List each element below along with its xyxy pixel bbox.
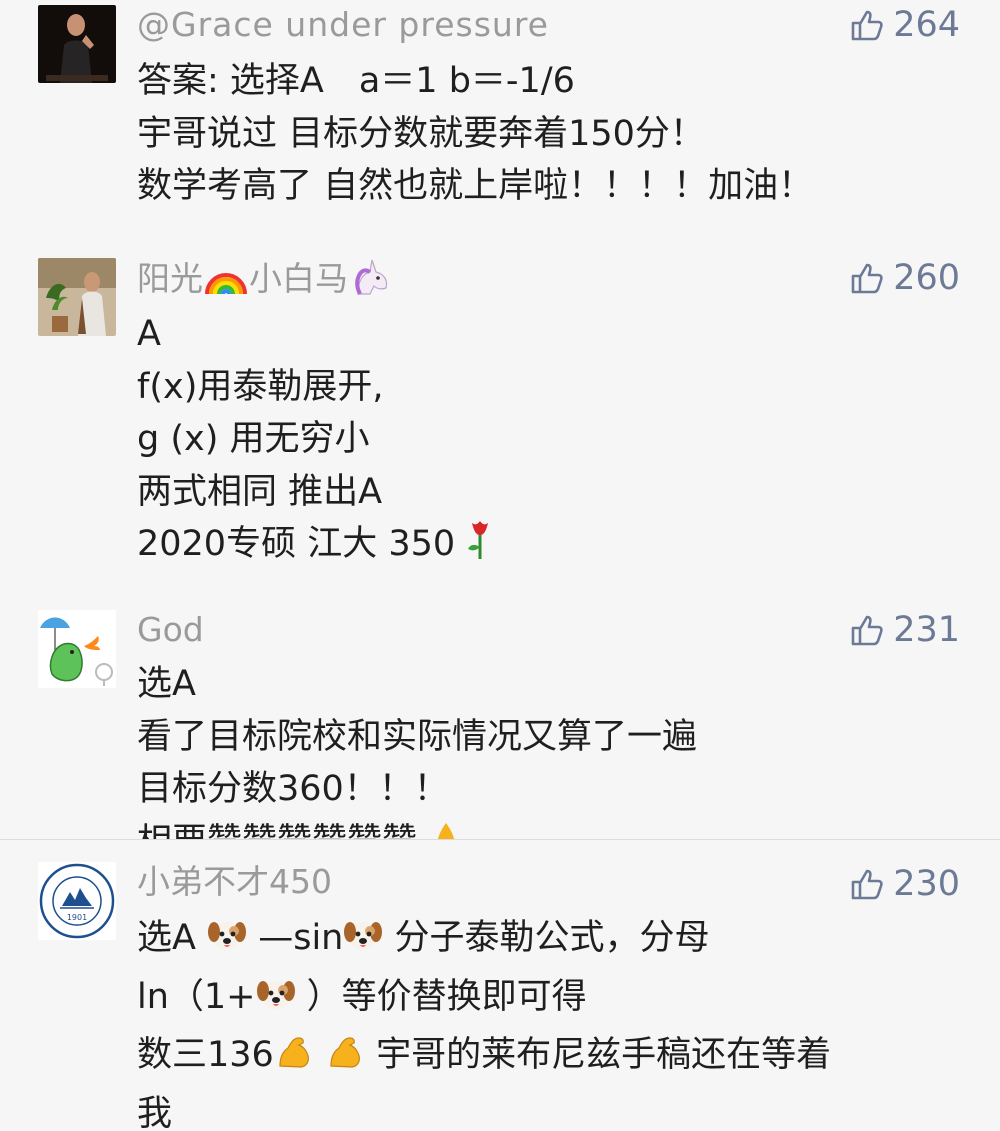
- avatar[interactable]: [38, 610, 116, 688]
- comment-item: 阳光 小白马 260 A f(x)用泰勒展开, g (x) 用无穷小 两式相同 …: [0, 240, 1000, 590]
- comment-line: 2020专硕 江大 350: [137, 518, 960, 577]
- comment-line: 相要赞赞赞赞赞赞: [137, 816, 960, 840]
- author-name-part: 阳光: [137, 259, 203, 298]
- like-count: 264: [893, 5, 960, 45]
- avatar[interactable]: [38, 258, 116, 336]
- comment-line-text: 宇哥的莱布尼兹手稿还在等着: [364, 1035, 832, 1075]
- flexed-biceps-emoji: [274, 1032, 314, 1088]
- comment-line: 宇哥说过 目标分数就要奔着150分！: [137, 113, 705, 154]
- like-count: 230: [893, 864, 960, 904]
- comment-line-text: —sin: [247, 918, 344, 958]
- flexed-biceps-emoji: [325, 1032, 365, 1088]
- comment-line: 数三136 宇哥的莱布尼兹手稿还在等着: [137, 1029, 960, 1088]
- comment-line: 目标分数360！！！: [137, 769, 449, 809]
- avatar[interactable]: [38, 5, 116, 83]
- dog-face-emoji: [343, 915, 383, 971]
- comment-line: 选A: [137, 664, 196, 704]
- comment-author[interactable]: God: [137, 610, 204, 650]
- rose-emoji: [466, 519, 494, 577]
- comment-line: 两式相同 推出A: [137, 471, 383, 512]
- comment-line: 我: [137, 1093, 173, 1131]
- comment-line: ln（1+ ）等价替换即可得: [137, 971, 960, 1030]
- comment-item: 1901 小弟不才450 230 选A —sin 分子泰勒公式，分母 ln（1+…: [0, 840, 1000, 1131]
- avatar[interactable]: 1901: [38, 862, 116, 940]
- comment-item: God 231 选A 看了目标院校和实际情况又算了一遍 目标分数360！！！ 相…: [0, 590, 1000, 839]
- comment-text: 选A 看了目标院校和实际情况又算了一遍 目标分数360！！！ 相要赞赞赞赞赞赞: [137, 658, 960, 839]
- unicorn-emoji: [348, 258, 392, 305]
- like-button[interactable]: 264: [849, 5, 960, 45]
- comment-text: 答案: 选择A a＝1 b＝-1/6 宇哥说过 目标分数就要奔着150分！ 数学…: [137, 55, 960, 213]
- like-button[interactable]: 260: [849, 258, 960, 298]
- thumbs-up-icon: [849, 866, 885, 902]
- comment-line-text: 2020专硕 江大 350: [137, 524, 456, 564]
- like-button[interactable]: 231: [849, 610, 960, 650]
- comment-line-text: 选A: [137, 918, 208, 958]
- thumbs-up-icon: [849, 7, 885, 43]
- comment-line: g (x) 用无穷小: [137, 419, 370, 459]
- rainbow-emoji: [203, 260, 249, 305]
- comment-line: 数学考高了 自然也就上岸啦！！！！加油！: [137, 166, 814, 206]
- comment-item: @Grace under pressure 264 答案: 选择A a＝1 b＝…: [0, 0, 1000, 240]
- like-count: 231: [893, 610, 960, 650]
- comment-line-text: 数三136: [137, 1035, 274, 1075]
- comment-line: 看了目标院校和实际情况又算了一遍: [137, 716, 698, 757]
- comment-line-text: ln（1+: [137, 976, 256, 1017]
- comment-author[interactable]: 阳光 小白马: [137, 258, 392, 305]
- thumbs-up-icon: [849, 260, 885, 296]
- comment-text: 选A —sin 分子泰勒公式，分母 ln（1+ ）等价替换即可得 数三136 宇…: [137, 912, 960, 1131]
- thumbs-up-icon: [849, 612, 885, 648]
- dog-face-emoji: [256, 974, 296, 1030]
- comment-author[interactable]: 小弟不才450: [137, 862, 332, 902]
- comment-line-text: 相要赞赞赞赞赞赞: [137, 822, 417, 840]
- comment-line: A: [137, 314, 161, 354]
- avatar-year: 1901: [67, 913, 87, 922]
- comment-line: 答案: 选择A a＝1 b＝-1/6: [137, 61, 575, 101]
- comment-author[interactable]: @Grace under pressure: [137, 5, 549, 45]
- dog-face-emoji: [207, 915, 247, 971]
- comment-line: f(x)用泰勒展开,: [137, 366, 384, 407]
- comment-text: A f(x)用泰勒展开, g (x) 用无穷小 两式相同 推出A 2020专硕 …: [137, 308, 960, 577]
- like-button[interactable]: 230: [849, 864, 960, 904]
- comment-line: 选A —sin 分子泰勒公式，分母: [137, 912, 960, 971]
- comment-line-text: 分子泰勒公式，分母: [383, 918, 710, 958]
- folded-hands-emoji: [428, 819, 464, 839]
- comment-line-text: ）等价替换即可得: [295, 976, 587, 1017]
- author-name-part: 小白马: [249, 259, 348, 298]
- like-count: 260: [893, 258, 960, 298]
